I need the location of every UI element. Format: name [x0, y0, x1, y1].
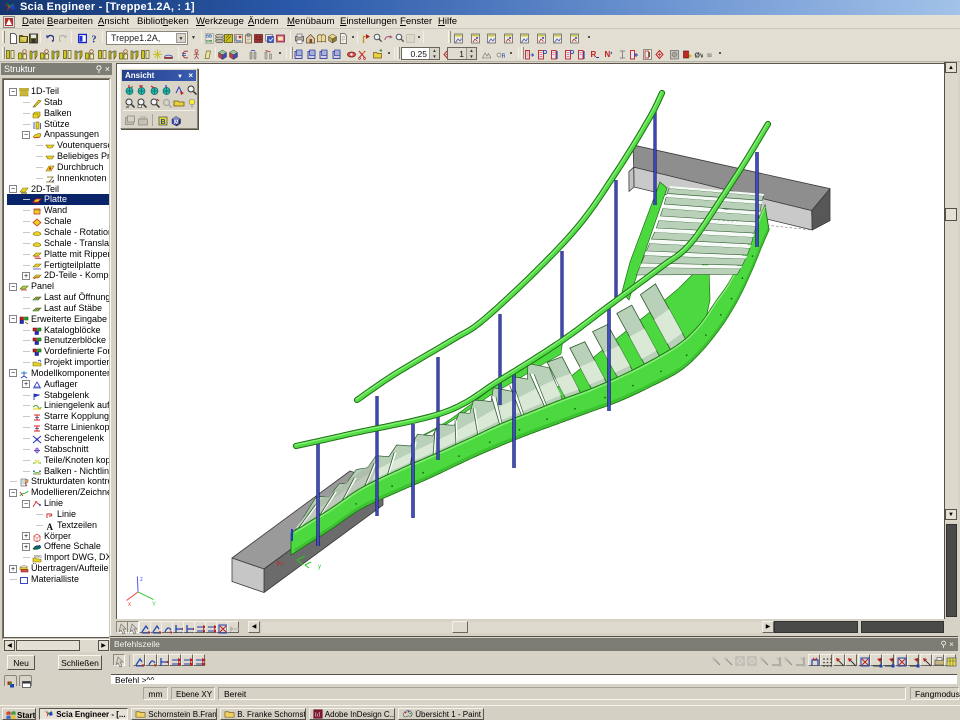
- svg-text:z: z: [140, 577, 143, 583]
- svg-text:R: R: [591, 50, 597, 59]
- svg-text:Id: Id: [315, 711, 321, 718]
- svg-text:M: M: [174, 120, 179, 126]
- svg-text:Y: Y: [152, 602, 156, 608]
- svg-text:z: z: [131, 84, 133, 89]
- svg-text:Cdn: Cdn: [140, 116, 146, 120]
- svg-text:DWG: DWG: [34, 555, 42, 559]
- svg-text:≋: ≋: [707, 53, 713, 60]
- svg-text:Øv: Øv: [695, 53, 704, 60]
- svg-text:x: x: [128, 602, 131, 608]
- svg-text:R: R: [502, 54, 506, 60]
- svg-text:?: ?: [92, 35, 97, 45]
- svg-text:B: B: [161, 119, 166, 126]
- svg-text:A: A: [47, 522, 54, 531]
- svg-text:cm: cm: [206, 39, 212, 44]
- svg-text:N: N: [604, 50, 610, 59]
- svg-text:y: y: [318, 564, 321, 570]
